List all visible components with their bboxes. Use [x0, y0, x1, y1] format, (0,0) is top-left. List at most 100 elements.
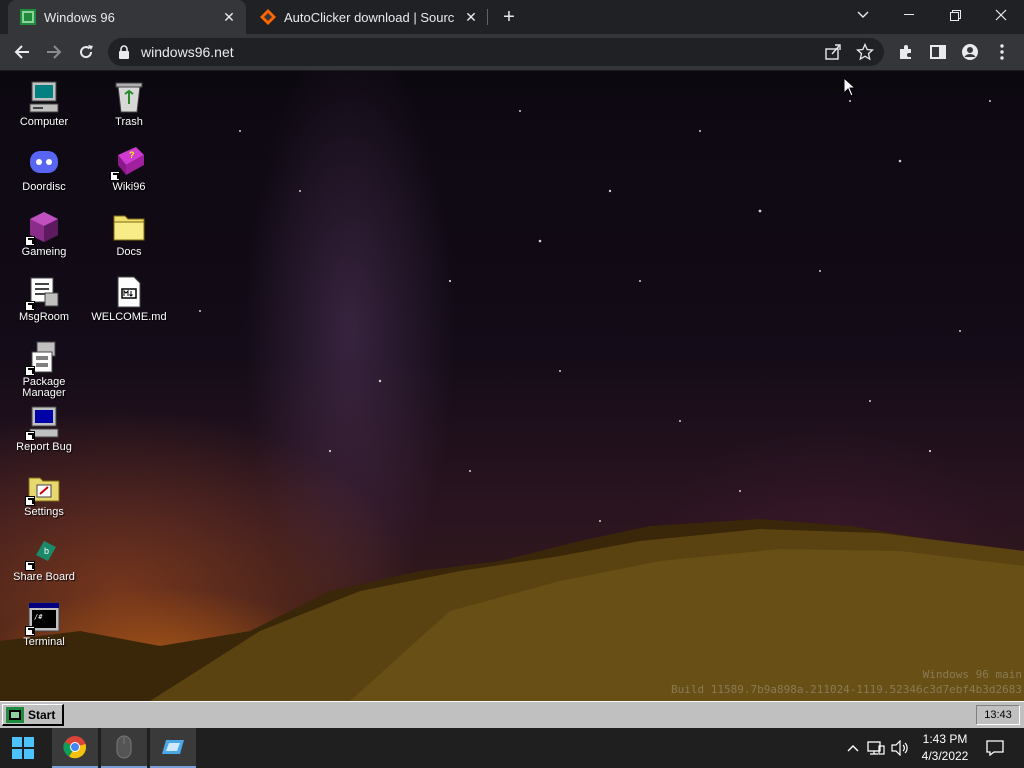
icon-label: Doordisc — [22, 181, 66, 193]
package-manager-icon — [25, 340, 61, 376]
report-bug-icon — [25, 405, 61, 441]
svg-text:b: b — [44, 546, 49, 556]
icon-label: Wiki96 — [112, 181, 146, 193]
sourceforge-favicon-icon — [260, 9, 276, 25]
build-watermark-title: Windows 96 main — [922, 668, 1022, 681]
icon-label: Computer — [19, 116, 69, 128]
desktop-icon-terminal[interactable]: /# Terminal — [4, 600, 84, 648]
shortcut-arrow-icon — [25, 431, 35, 441]
wiki-book-icon: ? — [110, 145, 146, 181]
lock-icon — [119, 45, 129, 59]
forward-arrow-icon[interactable] — [40, 38, 68, 66]
clock-time: 1:43 PM — [922, 732, 968, 746]
shortcut-arrow-icon — [25, 236, 35, 246]
windows96-favicon-icon — [20, 9, 36, 25]
win96-taskbar: Start 13:43 — [0, 701, 1024, 728]
desktop-icon-wiki96[interactable]: ? Wiki96 — [89, 145, 169, 193]
reload-icon[interactable] — [72, 38, 100, 66]
network-icon[interactable] — [866, 738, 886, 758]
extensions-puzzle-icon[interactable] — [892, 38, 920, 66]
desktop-icon-doordisc[interactable]: Doordisc — [4, 145, 84, 193]
icon-label: MsgRoom — [18, 311, 70, 323]
desktop-icon-report-bug[interactable]: Report Bug — [4, 405, 84, 453]
volume-icon[interactable] — [890, 738, 910, 758]
win96-logo-icon — [6, 706, 24, 723]
windows-start-button[interactable] — [0, 728, 46, 768]
show-hidden-icons-chevron-up-icon[interactable] — [843, 738, 863, 758]
start-label: Start — [28, 707, 56, 722]
desktop-icon-package-manager[interactable]: Package Manager — [4, 340, 84, 399]
shortcut-arrow-icon — [25, 496, 35, 506]
taskbar-app-mouse[interactable] — [101, 728, 147, 768]
desktop-icon-msgroom[interactable]: MsgRoom — [4, 275, 84, 323]
bookmark-star-icon[interactable] — [856, 43, 874, 61]
shortcut-arrow-icon — [25, 626, 35, 636]
profile-avatar-icon[interactable] — [956, 38, 984, 66]
trash-icon — [112, 80, 146, 114]
shortcut-arrow-icon — [25, 561, 35, 571]
shortcut-arrow-icon — [25, 366, 35, 376]
restore-icon[interactable] — [932, 0, 978, 30]
icon-label: Share Board — [13, 571, 75, 583]
icon-label: Package Manager — [22, 376, 66, 399]
desktop-icon-trash[interactable]: Trash — [89, 80, 169, 128]
win96-desktop[interactable]: Computer Doordisc Gameing MsgRoom Packag… — [0, 71, 1024, 701]
back-arrow-icon[interactable] — [8, 38, 36, 66]
tab-autoclicker[interactable]: AutoClicker download | SourceFo ✕ — [248, 0, 488, 34]
markdown-file-icon — [112, 275, 146, 309]
win96-tray-clock: 13:43 — [976, 705, 1020, 725]
desktop-icon-share-board[interactable]: b Share Board — [4, 535, 84, 583]
svg-text:?: ? — [129, 150, 135, 160]
mouse-cursor-icon — [843, 77, 855, 97]
settings-folder-icon — [25, 470, 61, 506]
address-bar[interactable]: windows96.net — [108, 38, 884, 66]
side-panel-icon[interactable] — [924, 38, 952, 66]
icon-label: Docs — [116, 246, 142, 258]
shortcut-arrow-icon — [25, 301, 35, 311]
icon-label: Settings — [24, 506, 64, 518]
desktop-icon-settings[interactable]: Settings — [4, 470, 84, 518]
share-icon[interactable] — [824, 43, 842, 61]
computer-icon — [27, 80, 61, 114]
taskbar-app-chrome[interactable] — [52, 728, 98, 768]
tab-close-icon[interactable]: ✕ — [220, 8, 238, 26]
windows-taskbar: 1:43 PM 4/3/2022 — [0, 728, 1024, 768]
chrome-icon — [63, 736, 87, 759]
more-menu-icon[interactable] — [988, 38, 1016, 66]
close-window-icon[interactable] — [978, 0, 1024, 30]
start-button[interactable]: Start — [2, 704, 64, 726]
tab-search-chevron-down-icon[interactable] — [840, 0, 886, 30]
desktop-icon-gameing[interactable]: Gameing — [4, 210, 84, 258]
plus-icon[interactable]: + — [498, 6, 520, 28]
icon-label: Report Bug — [16, 441, 72, 453]
icon-label: WELCOME.md — [91, 311, 167, 323]
browser-toolbar: windows96.net — [0, 34, 1024, 71]
clock-date: 4/3/2022 — [921, 749, 969, 763]
tab-title: Windows 96 — [44, 9, 115, 25]
minimize-icon[interactable] — [886, 0, 932, 30]
icon-label: Trash — [115, 116, 143, 128]
notification-center-icon[interactable] — [985, 738, 1005, 758]
share-board-icon: b — [25, 535, 61, 571]
desktop-icon-computer[interactable]: Computer — [4, 80, 84, 128]
folder-icon — [112, 210, 146, 244]
url-text: windows96.net — [141, 44, 234, 60]
tab-close-icon[interactable]: ✕ — [462, 8, 480, 26]
browser-tab-strip: Windows 96 ✕ AutoClicker download | Sour… — [0, 0, 1024, 34]
discord-icon — [27, 145, 61, 179]
windows-logo-icon — [12, 737, 34, 759]
tab-separator — [487, 9, 488, 25]
shortcut-arrow-icon — [110, 171, 120, 181]
icon-label: Gameing — [21, 246, 67, 258]
svg-text:/#: /# — [34, 613, 43, 621]
desktop-icon-docs[interactable]: Docs — [89, 210, 169, 258]
taskbar-app-window[interactable] — [150, 728, 196, 768]
build-watermark-version: Build 11589.7b9a898a.211024-1119.52346c3… — [671, 683, 1022, 696]
icon-label: Terminal — [23, 636, 65, 648]
taskbar-clock[interactable]: 1:43 PM 4/3/2022 — [912, 731, 978, 765]
game-cube-icon — [25, 210, 61, 246]
mouse-icon — [116, 735, 132, 759]
tab-windows96[interactable]: Windows 96 ✕ — [8, 0, 246, 34]
window-app-icon — [162, 740, 184, 754]
desktop-icon-welcome-md[interactable]: WELCOME.md — [89, 275, 169, 323]
